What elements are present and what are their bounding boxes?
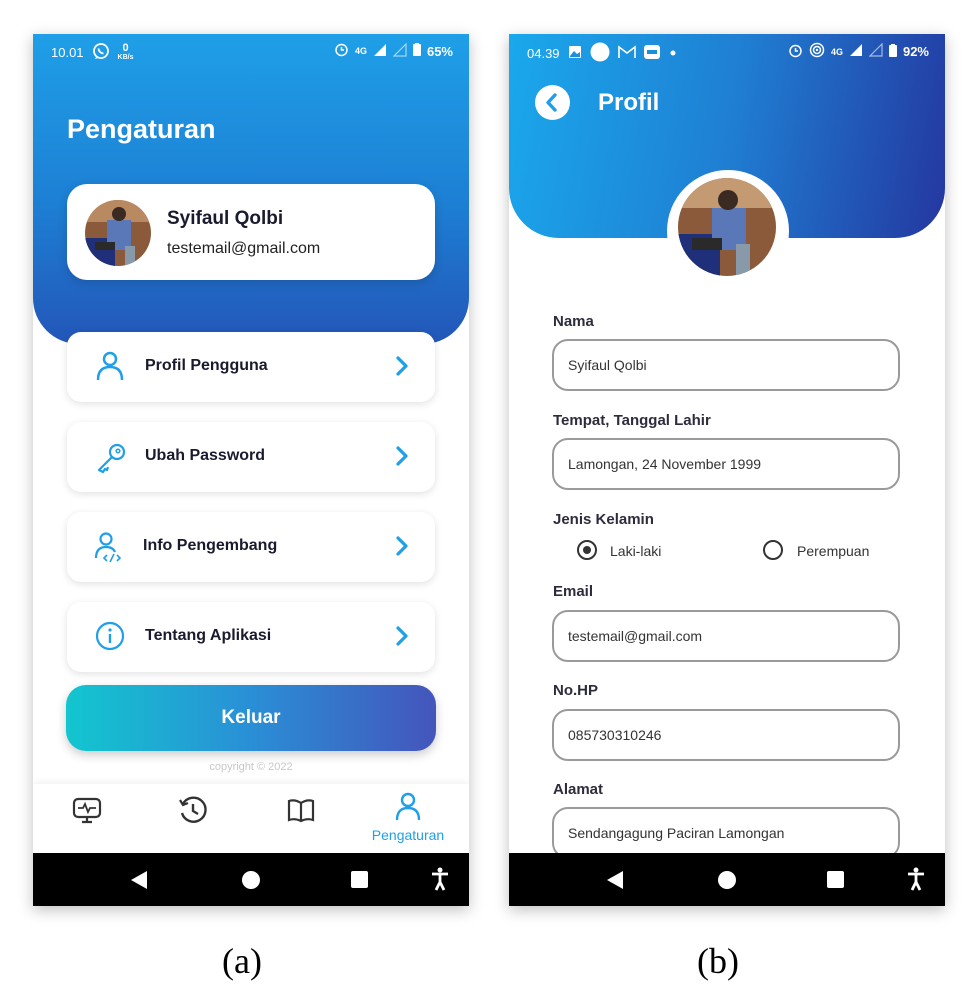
signal-empty-icon (392, 42, 407, 60)
name-field[interactable]: Syifaul Qolbi (552, 339, 900, 391)
battery-level: 65% (426, 43, 453, 59)
user-email: testemail@gmail.com (167, 240, 321, 257)
phone-label: No.HP (553, 682, 598, 699)
menu-label: Profil Pengguna (145, 357, 268, 374)
gender-female-radio[interactable] (763, 540, 783, 560)
recent-apps-icon[interactable] (351, 871, 368, 888)
circle-notification-icon (590, 42, 610, 65)
app-notification-icon (643, 45, 660, 62)
gmail-icon (617, 45, 636, 62)
whatsapp-icon (92, 42, 110, 63)
key-icon (95, 440, 129, 474)
menu-item-profil-pengguna[interactable]: Profil Pengguna (67, 332, 435, 402)
user-icon (95, 350, 129, 384)
nav-label-pengaturan[interactable]: Pengaturan (363, 827, 453, 843)
status-bar: 10.01 0 KB/s 4G 65% (33, 34, 469, 66)
chevron-left-icon (546, 93, 557, 112)
menu-label: Tentang Aplikasi (145, 627, 272, 644)
phone-field[interactable]: 085730310246 (552, 709, 900, 761)
battery-level: 92% (902, 44, 929, 59)
system-navigation-bar (509, 853, 945, 906)
user-card[interactable]: Syifaul Qolbi testemail@gmail.com (67, 184, 435, 280)
name-label: Nama (553, 313, 594, 330)
chevron-right-icon (395, 356, 409, 380)
page-title: Pengaturan (67, 114, 216, 144)
hotspot-icon (809, 42, 825, 61)
network-speed: 0 KB/s (117, 41, 134, 61)
signal-empty-icon (868, 42, 883, 60)
gender-female-label[interactable]: Perempuan (797, 543, 869, 559)
menu-item-info-pengembang[interactable]: Info Pengembang (67, 512, 435, 582)
address-label: Alamat (553, 781, 604, 798)
alarm-icon (788, 43, 803, 61)
accessibility-icon[interactable] (430, 867, 450, 895)
gallery-icon (568, 45, 582, 62)
signal-type: 4G (354, 46, 367, 56)
history-icon[interactable] (177, 794, 209, 830)
back-icon[interactable] (131, 871, 147, 889)
profile-avatar-ring (667, 170, 789, 292)
menu-item-ubah-password[interactable]: Ubah Password (67, 422, 435, 492)
system-navigation-bar (33, 853, 469, 906)
home-icon[interactable] (718, 871, 736, 889)
logout-button[interactable]: Keluar (66, 685, 436, 751)
user-name: Syifaul Qolbi (167, 208, 284, 229)
dot-icon (668, 46, 678, 61)
avatar[interactable] (678, 178, 776, 276)
signal-type: 4G (830, 46, 843, 57)
chevron-right-icon (395, 536, 409, 560)
back-button[interactable] (535, 85, 570, 120)
email-label: Email (553, 583, 594, 600)
chevron-right-icon (395, 446, 409, 470)
page-title: Profil (598, 89, 660, 116)
status-bar: 04.39 4G 92% (509, 34, 945, 66)
user-icon[interactable] (395, 792, 421, 826)
menu-label: Ubah Password (145, 447, 266, 464)
info-icon (95, 620, 129, 654)
bottom-navigation: Pengaturan (33, 784, 469, 853)
birth-label: Tempat, Tanggal Lahir (553, 412, 711, 429)
avatar (85, 200, 151, 266)
home-icon[interactable] (242, 871, 260, 889)
status-time: 04.39 (527, 46, 560, 61)
developer-icon (93, 530, 127, 564)
caption-a: (a) (222, 941, 262, 981)
copyright-text: copyright © 2022 (209, 761, 293, 773)
accessibility-icon[interactable] (906, 867, 926, 895)
battery-icon (412, 43, 421, 59)
signal-icon (373, 43, 387, 60)
back-icon[interactable] (607, 871, 623, 889)
email-field[interactable]: testemail@gmail.com (552, 610, 900, 662)
phone-settings-screen: 10.01 0 KB/s 4G 65% Pengaturan Syifaul Q… (33, 34, 469, 906)
monitor-icon[interactable] (71, 794, 103, 830)
birth-field[interactable]: Lamongan, 24 November 1999 (552, 438, 900, 490)
status-time: 10.01 (51, 45, 84, 60)
book-icon[interactable] (285, 794, 317, 830)
menu-item-tentang-aplikasi[interactable]: Tentang Aplikasi (67, 602, 435, 672)
phone-profile-screen: 04.39 4G 92% Profil Nama Syifaul Qolbi T… (509, 34, 945, 906)
gender-male-label[interactable]: Laki-laki (610, 543, 661, 559)
chevron-right-icon (395, 626, 409, 650)
signal-icon (849, 43, 863, 60)
menu-label: Info Pengembang (143, 537, 278, 554)
gender-male-radio[interactable] (577, 540, 597, 560)
battery-icon (888, 43, 897, 60)
alarm-icon (334, 42, 349, 60)
caption-b: (b) (697, 941, 739, 981)
gender-label: Jenis Kelamin (553, 511, 654, 528)
address-field[interactable]: Sendangagung Paciran Lamongan (552, 807, 900, 859)
recent-apps-icon[interactable] (827, 871, 844, 888)
